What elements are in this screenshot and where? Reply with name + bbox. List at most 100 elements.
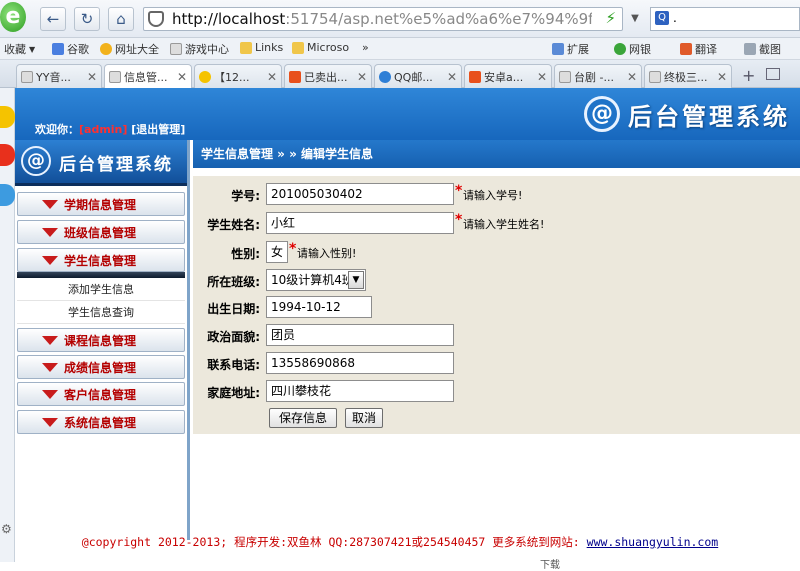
- welcome-text: 欢迎你：[admin] [退出管理]: [35, 121, 185, 137]
- close-icon[interactable]: ✕: [87, 70, 97, 84]
- tab-list-icon[interactable]: [766, 68, 780, 80]
- politics-input[interactable]: 团员: [266, 324, 454, 346]
- address-dropdown-icon[interactable]: ▼: [625, 7, 645, 31]
- footer-copyright: @copyright 2012-2013; 程序开发:双鱼林 QQ:287307…: [81, 535, 580, 549]
- submenu-query-student[interactable]: 学生信息查询: [17, 302, 185, 324]
- page-icon: [649, 70, 661, 83]
- browser-tab[interactable]: 已卖出... ✕: [284, 64, 372, 88]
- cancel-button[interactable]: 取消: [345, 408, 383, 428]
- browser-tab[interactable]: QQ邮... ✕: [374, 64, 462, 88]
- arrow-down-icon: [42, 362, 58, 372]
- edit-student-form: 学号: 201005030402 * 请输入学号! 学生姓名: 小红 * 请输入…: [193, 176, 800, 434]
- refresh-button[interactable]: ↻: [74, 7, 100, 31]
- star-icon: [199, 70, 211, 83]
- header-system-title: 后台管理系统: [628, 102, 790, 131]
- menu-score[interactable]: 成绩信息管理: [17, 355, 185, 379]
- student-name-input[interactable]: 小红: [266, 212, 454, 234]
- birthdate-input[interactable]: 1994-10-12: [266, 296, 372, 318]
- arrow-down-icon: [42, 199, 58, 209]
- weibo-icon[interactable]: [0, 144, 15, 166]
- chevron-down-icon[interactable]: ▼: [348, 271, 364, 289]
- label-student-name: 学生姓名:: [207, 218, 260, 232]
- search-box[interactable]: Q .: [650, 7, 800, 31]
- arrow-down-icon: [42, 389, 58, 399]
- search-engine-icon[interactable]: Q: [655, 11, 669, 25]
- menu-class[interactable]: 班级信息管理: [17, 220, 185, 244]
- menu-student[interactable]: 学生信息管理: [17, 248, 185, 272]
- close-icon[interactable]: ✕: [177, 70, 187, 84]
- fav-item[interactable]: 谷歌: [52, 41, 89, 57]
- browser-tab[interactable]: 信息管... ✕: [104, 64, 192, 88]
- label-student-no: 学号:: [231, 189, 260, 203]
- hint-student-name: 请输入学生姓名!: [463, 218, 545, 231]
- new-tab-button[interactable]: +: [742, 66, 755, 85]
- star-icon[interactable]: [0, 106, 15, 128]
- menu-course[interactable]: 课程信息管理: [17, 328, 185, 352]
- search-input-value[interactable]: .: [673, 11, 677, 25]
- row-birthdate: 出生日期: 1994-10-12: [193, 293, 800, 321]
- browser-tab[interactable]: 安卓a... ✕: [464, 64, 552, 88]
- arrow-down-icon: [42, 335, 58, 345]
- shield-icon: [148, 11, 164, 27]
- close-icon[interactable]: ✕: [627, 70, 637, 84]
- fav-right-item[interactable]: 网银: [614, 41, 651, 57]
- arrow-down-icon: [42, 417, 58, 427]
- phone-input[interactable]: 13558690868: [266, 352, 454, 374]
- browser-tab[interactable]: YY音... ✕: [16, 64, 102, 88]
- class-select-value: 10级计算机4班: [271, 273, 354, 287]
- header-logo: @ 后台管理系统: [584, 96, 790, 132]
- student-no-input[interactable]: 201005030402: [266, 183, 454, 205]
- class-select[interactable]: 10级计算机4班 ▼: [266, 269, 366, 291]
- close-icon[interactable]: ✕: [537, 70, 547, 84]
- fav-right-item[interactable]: 截图: [744, 41, 781, 57]
- fav-item[interactable]: Links: [240, 41, 283, 54]
- browser-tab[interactable]: 台剧 -... ✕: [554, 64, 642, 88]
- google-icon: [52, 43, 64, 55]
- menu-system[interactable]: 系统信息管理: [17, 410, 185, 434]
- address-bar[interactable]: http://localhost:51754/asp.net%e5%ad%a6%…: [143, 7, 623, 31]
- hint-gender: 请输入性别!: [297, 247, 357, 260]
- gender-input[interactable]: 女: [266, 241, 288, 263]
- fav-item[interactable]: 收藏 ▼: [4, 41, 35, 57]
- address-input[interactable]: 四川攀枝花: [266, 380, 454, 402]
- fav-item[interactable]: 网址大全: [100, 41, 159, 57]
- close-icon[interactable]: ✕: [357, 70, 367, 84]
- favorites-bar: 收藏 ▼ 谷歌 网址大全 游戏中心 Links Microso » 扩展 网银 翻…: [0, 38, 800, 60]
- row-politics: 政治面貌: 团员: [193, 321, 800, 349]
- submenu-add-student[interactable]: 添加学生信息: [17, 279, 185, 301]
- label-phone: 联系电话:: [207, 358, 260, 372]
- fav-more-button[interactable]: »: [362, 41, 369, 54]
- close-icon[interactable]: ✕: [267, 70, 277, 84]
- back-button[interactable]: ←: [40, 7, 66, 31]
- close-icon[interactable]: ✕: [717, 70, 727, 84]
- url-text[interactable]: http://localhost:51754/asp.net%e5%ad%a6%…: [172, 10, 592, 28]
- bank-icon: [614, 43, 626, 55]
- fav-item[interactable]: Microso: [292, 41, 349, 54]
- page-header: 欢迎你：[admin] [退出管理] @ 后台管理系统: [15, 88, 800, 140]
- menu-term[interactable]: 学期信息管理: [17, 192, 185, 216]
- sidebar-logo: @ 后台管理系统: [15, 140, 187, 186]
- fav-right-item[interactable]: 扩展: [552, 41, 589, 57]
- logout-link[interactable]: [退出管理]: [131, 123, 185, 136]
- page-icon: [170, 43, 182, 55]
- menu-customer[interactable]: 客户信息管理: [17, 382, 185, 406]
- label-class: 所在班级:: [207, 275, 260, 289]
- fav-item[interactable]: 游戏中心: [170, 41, 229, 57]
- app-icon[interactable]: [0, 184, 15, 206]
- close-icon[interactable]: ✕: [447, 70, 457, 84]
- tab-bar: YY音... ✕ 信息管... ✕ 【12... ✕ 已卖出... ✕ QQ邮... ✕ …: [0, 60, 800, 88]
- row-student-no: 学号: 201005030402 * 请输入学号!: [193, 180, 800, 208]
- welcome-label: 欢迎你：: [35, 123, 79, 136]
- browser-tab[interactable]: 【12... ✕: [194, 64, 282, 88]
- page-icon: [559, 70, 571, 83]
- save-button[interactable]: 保存信息: [269, 408, 337, 428]
- browser-sidebar-strip: ⚙: [0, 88, 15, 562]
- home-button[interactable]: ⌂: [108, 7, 134, 31]
- fav-right-item[interactable]: 翻译: [680, 41, 717, 57]
- browser-tab[interactable]: 终极三... ✕: [644, 64, 732, 88]
- browser-toolbar: e ← ↻ ⌂ http://localhost:51754/asp.net%e…: [0, 0, 800, 38]
- row-class: 所在班级: 10级计算机4班 ▼: [193, 266, 800, 294]
- footer-website-link[interactable]: www.shuangyulin.com: [587, 535, 719, 549]
- lightning-icon[interactable]: ⚡: [605, 9, 616, 27]
- qqmail-icon: [379, 70, 391, 83]
